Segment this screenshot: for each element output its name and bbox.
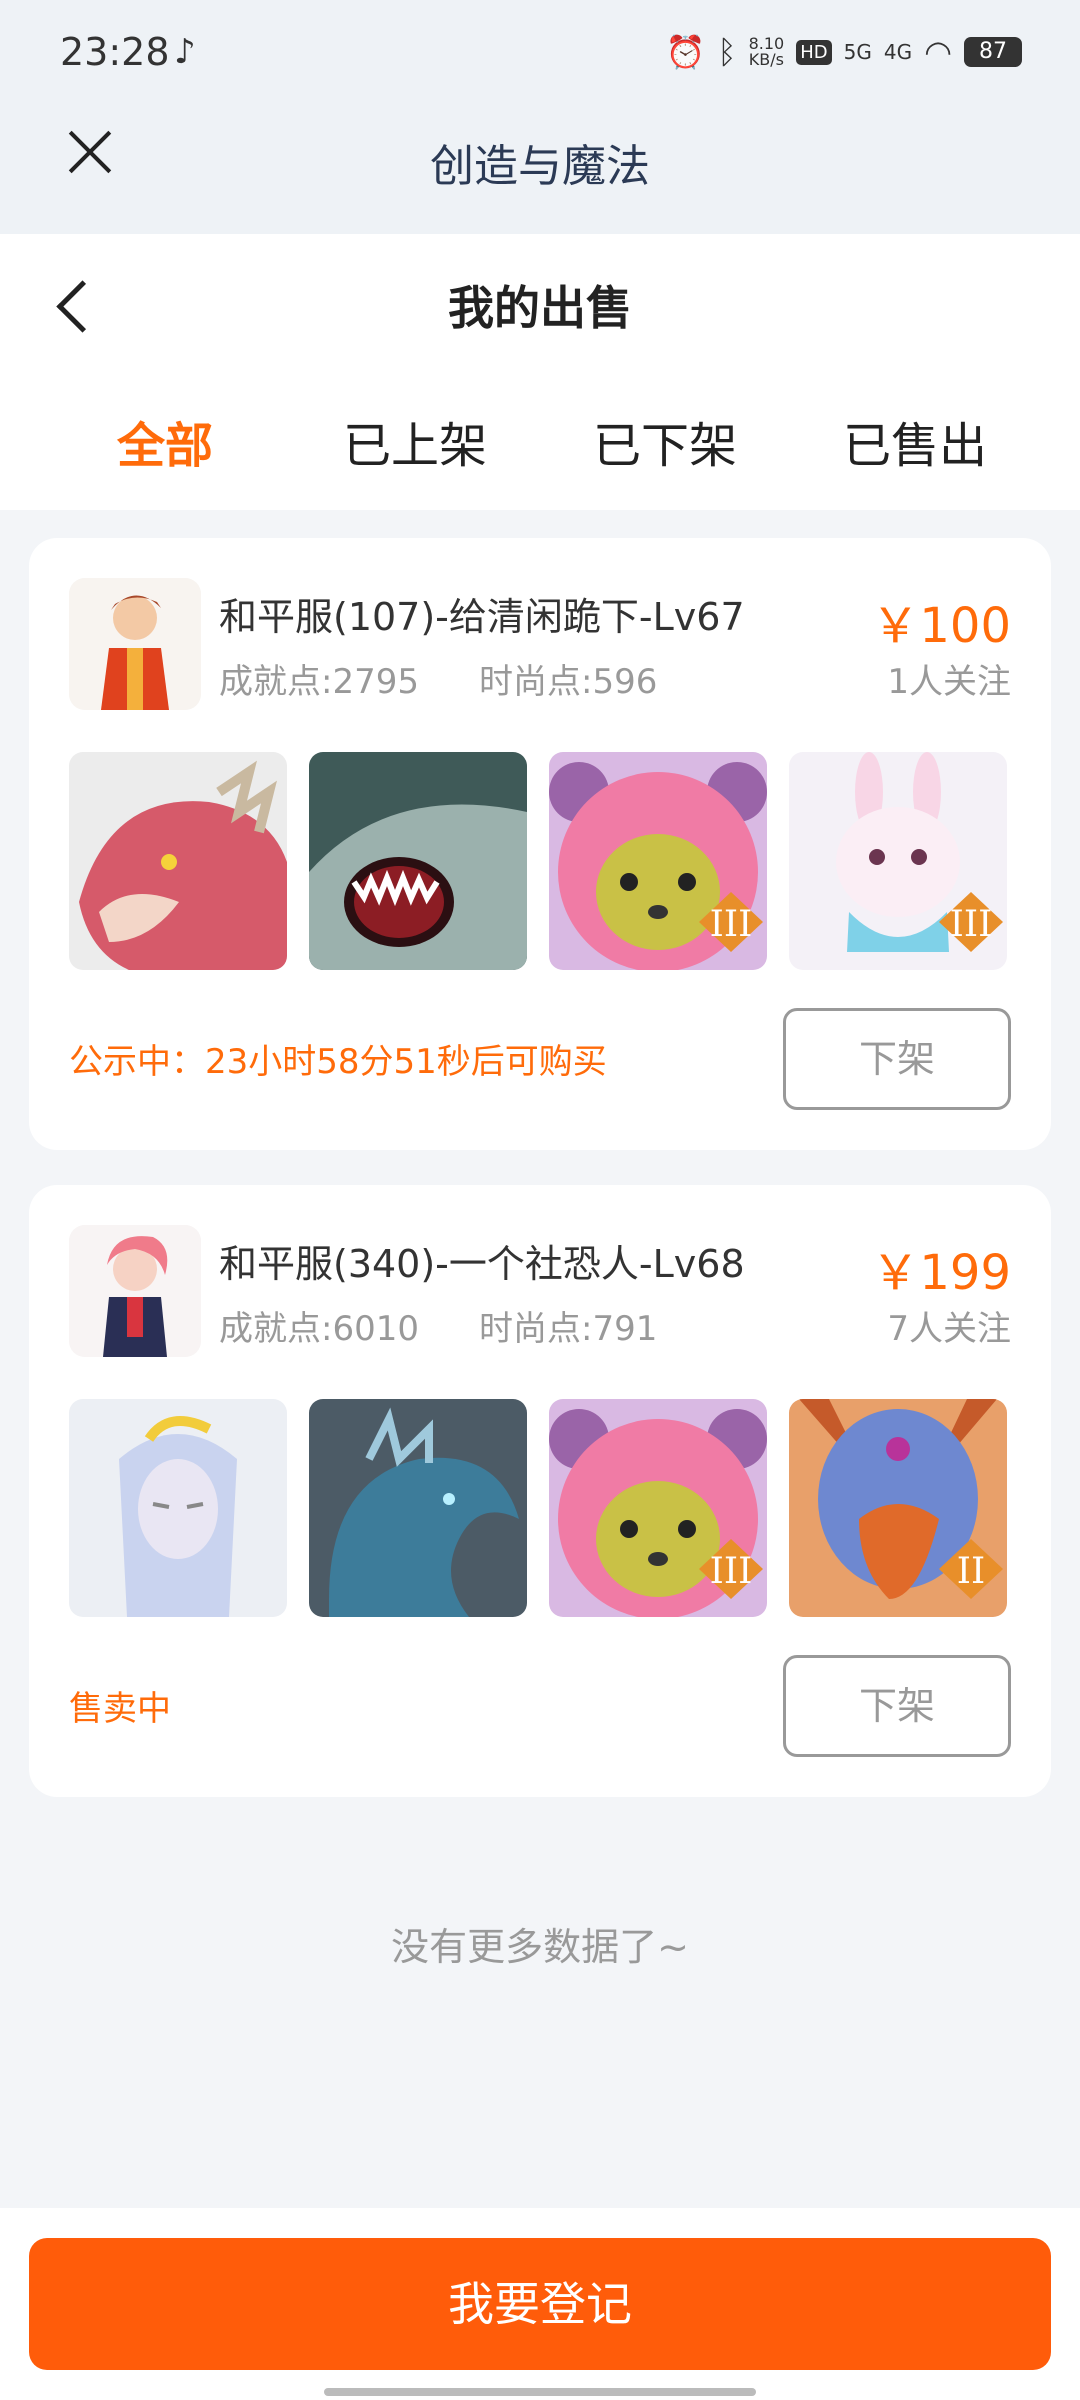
- svg-text:II: II: [957, 1551, 985, 1592]
- listing-title: 和平服(107)-给清闲跪下-Lv67: [219, 595, 745, 639]
- tab-unlisted[interactable]: 已下架: [540, 406, 790, 476]
- tab-listed[interactable]: 已上架: [290, 406, 540, 476]
- thumbnail-row: III II: [69, 1399, 1007, 1617]
- white-hair-character-thumbnail: [69, 1399, 287, 1617]
- rabbit-thumbnail: III: [789, 752, 1007, 970]
- hd-badge: HD: [796, 39, 832, 65]
- pink-bear-thumbnail: III: [549, 1399, 767, 1617]
- unlist-button[interactable]: 下架: [783, 1655, 1011, 1757]
- home-indicator[interactable]: [324, 2388, 756, 2396]
- blue-dragon-thumbnail: [309, 1399, 527, 1617]
- fashion-points: 时尚点:596: [478, 662, 658, 702]
- thumbnail-row: III III: [69, 752, 1007, 970]
- tab-sold[interactable]: 已售出: [790, 406, 1040, 476]
- status-bar: 23:28 ♪ ⏰ ᛒ 8.10 KB/s HD 5G 4G ◠ 87: [0, 0, 1080, 110]
- status-time: 23:28: [60, 30, 170, 74]
- bottom-bar: 我要登记: [0, 2208, 1080, 2400]
- achievement-points: 成就点:6010: [219, 1309, 419, 1349]
- avatar: [69, 578, 201, 710]
- net-speed-unit: KB/s: [748, 50, 784, 69]
- bluetooth-icon: ᛒ: [717, 33, 737, 71]
- register-button[interactable]: 我要登记: [29, 2238, 1051, 2370]
- svg-text:III: III: [710, 904, 753, 945]
- signal-4g-icon: 4G: [883, 40, 913, 64]
- shark-thumbnail: [309, 752, 527, 970]
- achievement-points: 成就点:2795: [219, 662, 419, 702]
- listing-status: 公示中：23小时58分51秒后可购买: [69, 1042, 607, 1082]
- battery-icon: 87: [964, 37, 1022, 67]
- listing-title: 和平服(340)-一个社恐人-Lv68: [219, 1242, 745, 1286]
- tab-all[interactable]: 全部: [40, 406, 290, 476]
- watcher-count: 1人关注: [887, 662, 1011, 702]
- svg-text:III: III: [710, 1551, 753, 1592]
- app-title: 创造与魔法: [430, 141, 650, 192]
- listing-status: 售卖中: [69, 1689, 171, 1729]
- red-dragon-thumbnail: [69, 752, 287, 970]
- unlist-button[interactable]: 下架: [783, 1008, 1011, 1110]
- status-icons: ⏰ ᛒ 8.10 KB/s HD 5G 4G ◠ 87: [666, 32, 1022, 72]
- listing-card[interactable]: 和平服(107)-给清闲跪下-Lv67 成就点:2795 时尚点:596 ￥10…: [29, 538, 1051, 1150]
- listing-card[interactable]: 和平服(340)-一个社恐人-Lv68 成就点:6010 时尚点:791 ￥19…: [29, 1185, 1051, 1797]
- signal-5g-icon: 5G: [843, 40, 872, 64]
- listing-stats: 成就点:6010 时尚点:791: [219, 1301, 657, 1350]
- page-title: 我的出售: [448, 281, 632, 335]
- tiktok-icon: ♪: [174, 32, 196, 72]
- griffin-thumbnail: II: [789, 1399, 1007, 1617]
- wifi-icon: ◠: [924, 33, 952, 71]
- listing-price: ￥199: [871, 1245, 1011, 1301]
- avatar: [69, 1225, 201, 1357]
- page-header: 我的出售 全部 已上架 已下架 已售出: [0, 234, 1080, 510]
- no-more-data: 没有更多数据了~: [391, 1925, 689, 1969]
- net-speed: 8.10 KB/s: [749, 36, 785, 68]
- fashion-points: 时尚点:791: [478, 1309, 658, 1349]
- svg-text:III: III: [950, 904, 993, 945]
- listing-stats: 成就点:2795 时尚点:596: [219, 654, 657, 703]
- alarm-icon: ⏰: [665, 33, 706, 71]
- tab-bar: 全部 已上架 已下架 已售出: [0, 406, 1080, 476]
- top-bar: 23:28 ♪ ⏰ ᛒ 8.10 KB/s HD 5G 4G ◠ 87 创造与魔…: [0, 0, 1080, 234]
- pink-bear-thumbnail: III: [549, 752, 767, 970]
- watcher-count: 7人关注: [887, 1309, 1011, 1349]
- listing-price: ￥100: [871, 598, 1011, 654]
